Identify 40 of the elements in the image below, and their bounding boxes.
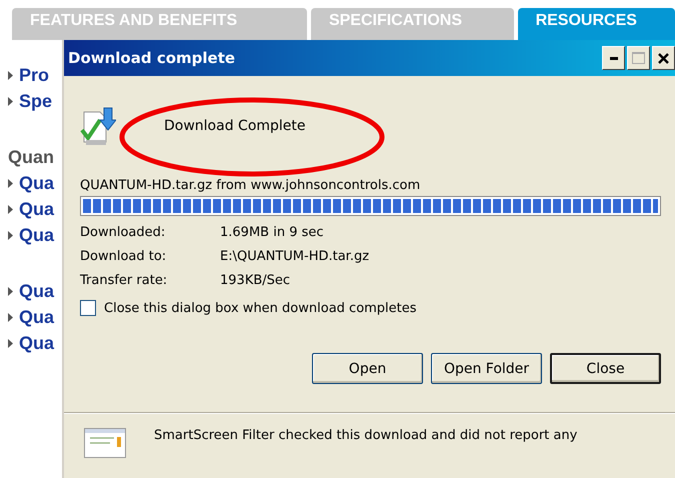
detail-label: Download to: — [80, 248, 168, 264]
sidebar-link[interactable]: Qua — [19, 198, 54, 220]
minimize-button[interactable] — [602, 46, 625, 70]
triangle-icon — [8, 178, 13, 188]
download-file-icon — [80, 106, 116, 146]
window-title: Download complete — [68, 49, 236, 67]
detail-value: 193KB/Sec — [220, 272, 290, 288]
sidebar-link[interactable]: Qua — [19, 224, 54, 246]
close-icon — [658, 52, 669, 64]
triangle-icon — [8, 204, 13, 214]
close-button[interactable] — [652, 46, 675, 70]
triangle-icon — [8, 338, 13, 348]
document-icon — [84, 428, 126, 458]
triangle-icon — [8, 312, 13, 322]
checkbox[interactable] — [80, 300, 96, 316]
triangle-icon — [8, 286, 13, 296]
sidebar-heading: Quan — [8, 146, 54, 168]
triangle-icon — [8, 230, 13, 240]
minimize-icon — [610, 56, 618, 60]
sidebar-link[interactable]: Qua — [19, 280, 54, 302]
sidebar-link[interactable]: Qua — [19, 306, 54, 328]
sidebar-link[interactable]: Pro — [19, 64, 50, 86]
triangle-icon — [8, 70, 13, 80]
triangle-icon — [8, 96, 13, 106]
sidebar-link[interactable]: Spe — [19, 90, 52, 112]
detail-label: Downloaded: — [80, 224, 166, 240]
status-text: Download Complete — [164, 118, 306, 134]
dialog-button[interactable]: Open Folder — [431, 353, 542, 384]
checkbox-label: Close this dialog box when download completes — [104, 300, 417, 316]
sidebar-link[interactable]: Qua — [19, 332, 54, 354]
source-text: QUANTUM-HD.tar.gz from www.johnsoncontrols.com — [80, 178, 422, 193]
sidebar-link[interactable]: Qua — [19, 172, 54, 194]
detail-value: 1.69MB in 9 sec — [220, 224, 324, 240]
dialog-button[interactable]: Open — [312, 353, 423, 384]
smartscreen-text: SmartScreen Filter checked this download and did not report any — [154, 428, 578, 443]
maximize-icon — [632, 52, 645, 64]
maximize-button[interactable] — [627, 46, 650, 70]
detail-value: E:\QUANTUM-HD.tar.gz — [220, 248, 370, 264]
dialog-button[interactable]: Close — [550, 353, 661, 384]
detail-label: Transfer rate: — [80, 272, 168, 288]
